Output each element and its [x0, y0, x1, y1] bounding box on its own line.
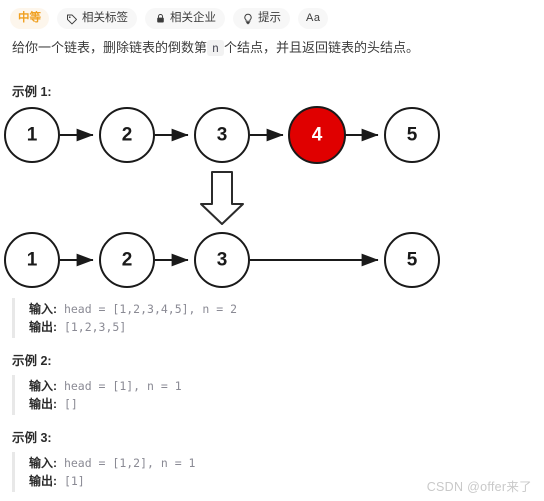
example-2-input-value: head = [1], n = 1 — [63, 379, 182, 393]
example-2-output-label: 输出: — [29, 397, 57, 411]
node-label: 2 — [122, 125, 133, 146]
font-size-icon: Aa — [306, 12, 321, 24]
related-tags-label: 相关标签 — [82, 11, 128, 24]
related-companies-label: 相关企业 — [170, 11, 216, 24]
hint-button[interactable]: 提示 — [233, 8, 290, 29]
example-2-input-label: 输入: — [29, 379, 57, 393]
tag-row: 中等 相关标签 相关企业 提示 Aa — [0, 0, 544, 35]
difficulty-badge[interactable]: 中等 — [10, 8, 49, 29]
node-label: 5 — [407, 125, 418, 146]
lock-icon — [154, 13, 166, 25]
example-1-code: 输入: head = [1,2,3,4,5], n = 2 输出: [1,2,3… — [12, 298, 532, 338]
example-3-input-label: 输入: — [29, 456, 57, 470]
example-3-input-value: head = [1,2], n = 1 — [63, 456, 196, 470]
node-label: 2 — [122, 250, 133, 271]
related-companies-button[interactable]: 相关企业 — [145, 8, 225, 29]
example-1-input-label: 输入: — [29, 302, 57, 316]
transform-arrow-down-icon — [200, 171, 244, 225]
difficulty-label: 中等 — [18, 11, 41, 24]
example-3-title: 示例 3: — [12, 431, 52, 445]
example-2-title: 示例 2: — [12, 354, 52, 368]
node-label: 3 — [217, 125, 228, 146]
example-1-output-label: 输出: — [29, 320, 57, 334]
list-row-after: 1 2 3 5 — [4, 232, 440, 288]
related-tags-button[interactable]: 相关标签 — [57, 8, 137, 29]
lightbulb-icon — [242, 13, 254, 25]
example-3-output-value: [1] — [63, 474, 85, 488]
linked-list-figure: 1 2 3 4 5 1 2 3 5 — [4, 106, 440, 288]
inline-code-n: n — [207, 40, 224, 56]
description-text-before: 给你一个链表，删除链表的倒数第 — [12, 40, 208, 55]
node-label: 1 — [27, 125, 38, 146]
watermark: CSDN @offer来了 — [426, 480, 532, 494]
example-1-title: 示例 1: — [12, 85, 52, 99]
tag-icon — [66, 13, 78, 25]
hint-label: 提示 — [258, 11, 281, 24]
list-row-before: 1 2 3 4 5 — [4, 106, 440, 164]
example-2-code: 输入: head = [1], n = 1 输出: [] — [12, 375, 532, 415]
example-1-output-value: [1,2,3,5] — [63, 320, 127, 334]
node-label-highlighted: 4 — [312, 125, 323, 146]
example-3-output-label: 输出: — [29, 474, 57, 488]
problem-description: 给你一个链表，删除链表的倒数第 n 个结点，并且返回链表的头结点。 — [0, 35, 544, 59]
node-label: 5 — [407, 250, 418, 271]
example-2-output-value: [] — [63, 397, 78, 411]
example-1-input-value: head = [1,2,3,4,5], n = 2 — [63, 302, 238, 316]
node-label: 1 — [27, 250, 38, 271]
font-size-button[interactable]: Aa — [298, 8, 329, 29]
node-label: 3 — [217, 250, 228, 271]
description-text-after: 个结点，并且返回链表的头结点。 — [223, 40, 419, 55]
